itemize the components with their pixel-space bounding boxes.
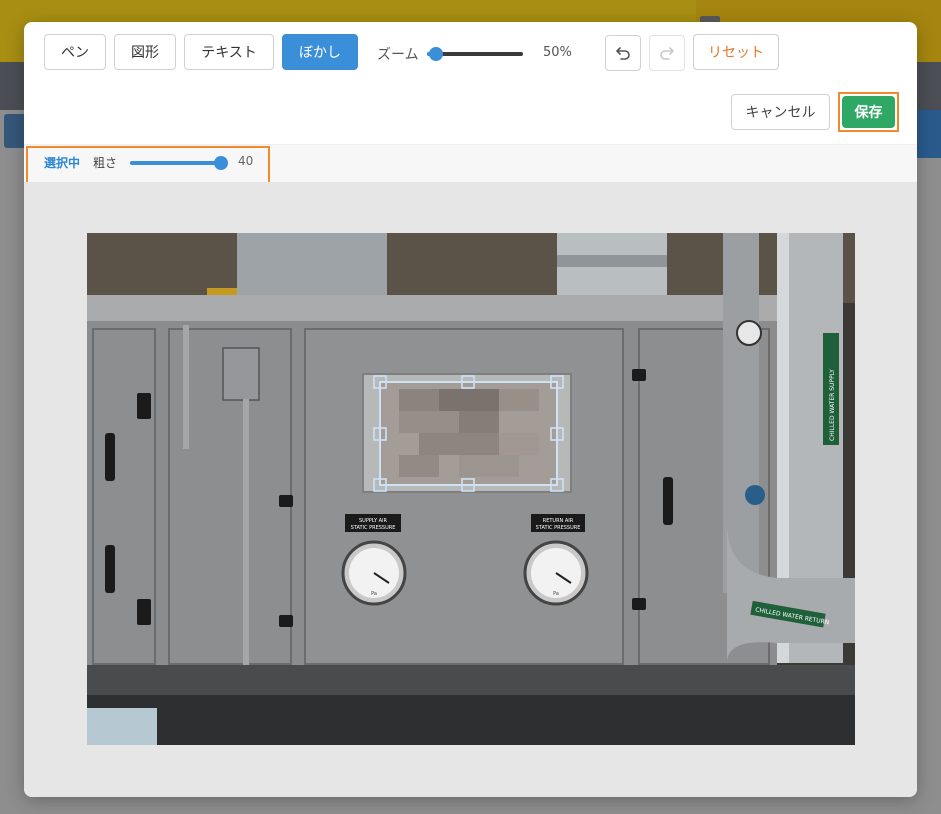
reset-button[interactable]: リセット [693,34,779,70]
door-handle-1 [105,433,115,481]
return-sign-line2: STATIC PRESSURE [536,525,581,531]
supply-sign-line1: SUPPLY AIR [359,518,388,524]
roughness-slider-fill [130,161,224,165]
supply-gauge-unit: Pa [371,591,377,597]
pipe-pressure-gauge [736,320,762,346]
text-tool-button[interactable]: テキスト [184,34,274,70]
roughness-slider[interactable] [130,155,228,171]
valve-handle [745,485,765,505]
equipment-photo[interactable]: SUPPLY AIR STATIC PRESSURE Pa RETURN AIR… [87,233,855,745]
control-box [222,347,260,401]
selected-indicator: 選択中 [44,156,81,170]
door-handle-3 [663,477,673,525]
roughness-value: 40 [238,154,254,168]
unit-base [87,665,855,695]
return-gauge-unit: Pa [553,591,559,597]
pen-tool-button[interactable]: ペン [44,34,106,70]
zoom-value: 50% [543,45,572,60]
zoom-slider[interactable] [427,46,523,62]
editor-canvas[interactable]: SUPPLY AIR STATIC PRESSURE Pa RETURN AIR… [24,182,917,797]
save-button[interactable]: 保存 [842,96,895,128]
door-handle-2 [105,545,115,593]
conduit [243,399,249,689]
duct-left [237,233,387,301]
supply-sign-line2: STATIC PRESSURE [351,525,396,531]
floor-mat [87,708,157,745]
editor-toolbar: ペン 図形 テキスト ぼかし ズーム 50% リセット キャンセル 保存 [24,22,917,144]
undo-button[interactable] [605,35,641,71]
blur-mosaic [381,383,557,485]
redo-icon [660,47,674,60]
chilled-supply-text: CHILLED WATER SUPPLY [829,369,836,441]
image-editor-modal: ペン 図形 テキスト ぼかし ズーム 50% リセット キャンセル 保存 選択中… [24,22,917,797]
roughness-slider-thumb[interactable] [214,156,228,170]
undo-icon [616,47,630,60]
cancel-button[interactable]: キャンセル [731,94,830,130]
return-sign-line1: RETURN AIR [543,518,574,524]
floor [87,695,855,745]
blur-tool-button[interactable]: ぼかし [282,34,358,70]
zoom-label: ズーム [377,47,419,63]
shape-tool-button[interactable]: 図形 [114,34,176,70]
redo-button[interactable] [649,35,685,71]
roughness-label: 粗さ [93,156,118,170]
zoom-slider-thumb[interactable] [429,47,443,61]
